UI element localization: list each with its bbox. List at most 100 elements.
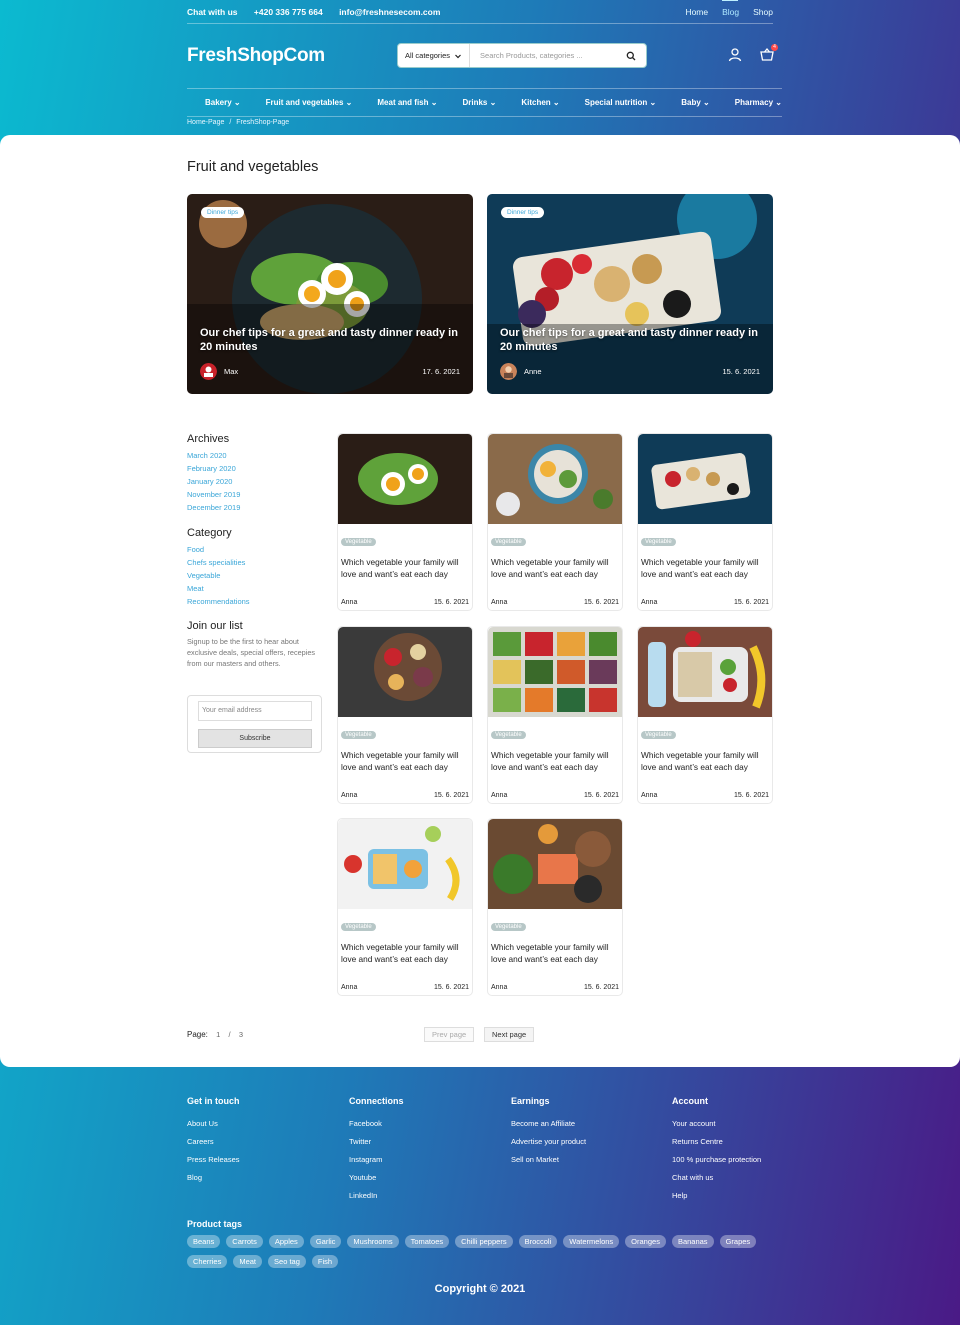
top-link-shop[interactable]: Shop — [753, 7, 773, 17]
footer-link[interactable]: Chat with us — [672, 1169, 761, 1187]
nav-item-pharmacy[interactable]: Pharmacy ⌄ — [735, 98, 782, 107]
email-field[interactable]: Your email address — [198, 701, 312, 721]
product-tag[interactable]: Beans — [187, 1235, 221, 1248]
email-link[interactable]: info@freshnesecom.com — [339, 7, 440, 17]
archive-link[interactable]: November 2019 — [187, 488, 240, 501]
nav-item-fruit-vegetables[interactable]: Fruit and vegetables ⌄ — [266, 98, 353, 107]
search-icon[interactable] — [622, 51, 640, 61]
post-tag[interactable]: Vegetable — [641, 731, 676, 739]
product-tag[interactable]: Apples — [268, 1235, 304, 1248]
top-link-home[interactable]: Home — [685, 7, 708, 17]
next-page-button[interactable]: Next page — [484, 1027, 535, 1042]
post-card[interactable]: Vegetable Which vegetable your family wi… — [487, 626, 623, 804]
product-tag[interactable]: Meat — [233, 1255, 263, 1268]
post-title[interactable]: Which vegetable your family will love an… — [641, 750, 769, 773]
post-tag[interactable]: Vegetable — [341, 923, 376, 931]
product-tag[interactable]: Broccoli — [518, 1235, 558, 1248]
footer-link[interactable]: Advertise your product — [511, 1133, 586, 1151]
nav-item-baby[interactable]: Baby ⌄ — [681, 98, 710, 107]
footer-link[interactable]: Blog — [187, 1169, 240, 1187]
archive-link[interactable]: January 2020 — [187, 475, 240, 488]
category-link[interactable]: Vegetable — [187, 569, 250, 582]
product-tag[interactable]: Tomatoes — [404, 1235, 450, 1248]
footer-link[interactable]: LinkedIn — [349, 1187, 404, 1205]
featured-title[interactable]: Our chef tips for a great and tasty dinn… — [200, 326, 462, 354]
archive-link[interactable]: March 2020 — [187, 449, 240, 462]
post-author: Anna — [341, 599, 358, 606]
post-tag[interactable]: Dinner tips — [501, 207, 545, 218]
post-tag[interactable]: Dinner tips — [201, 207, 245, 218]
post-tag[interactable]: Vegetable — [491, 731, 526, 739]
nav-item-meat-fish[interactable]: Meat and fish ⌄ — [377, 98, 437, 107]
footer-link[interactable]: 100 % purchase protection — [672, 1151, 761, 1169]
product-tag[interactable]: Oranges — [625, 1235, 666, 1248]
category-link[interactable]: Meat — [187, 582, 250, 595]
footer-link[interactable]: Careers — [187, 1133, 240, 1151]
featured-post[interactable]: Dinner tips Our chef tips for a great an… — [187, 194, 473, 394]
cart-icon[interactable]: 4 — [759, 44, 778, 63]
footer-link[interactable]: Your account — [672, 1115, 761, 1133]
post-card[interactable]: Vegetable Which vegetable your family wi… — [637, 626, 773, 804]
featured-post[interactable]: Dinner tips Our chef tips for a great an… — [487, 194, 773, 394]
post-card[interactable]: Vegetable Which vegetable your family wi… — [337, 818, 473, 996]
post-title[interactable]: Which vegetable your family will love an… — [341, 942, 469, 965]
footer-link[interactable]: Returns Centre — [672, 1133, 761, 1151]
nav-item-kitchen[interactable]: Kitchen ⌄ — [521, 98, 559, 107]
phone-number[interactable]: +420 336 775 664 — [254, 7, 323, 17]
category-link[interactable]: Chefs specialities — [187, 556, 250, 569]
archive-link[interactable]: February 2020 — [187, 462, 240, 475]
product-tag[interactable]: Carrots — [226, 1235, 263, 1248]
footer-link[interactable]: Become an Affiliate — [511, 1115, 586, 1133]
product-tag[interactable]: Cherries — [187, 1255, 228, 1268]
featured-title[interactable]: Our chef tips for a great and tasty dinn… — [500, 326, 762, 354]
product-tag[interactable]: Bananas — [671, 1235, 714, 1248]
category-link[interactable]: Food — [187, 543, 250, 556]
post-title[interactable]: Which vegetable your family will love an… — [491, 942, 619, 965]
archive-link[interactable]: December 2019 — [187, 501, 240, 514]
footer-link[interactable]: Facebook — [349, 1115, 404, 1133]
footer-link[interactable]: Help — [672, 1187, 761, 1205]
top-link-blog[interactable]: Blog — [722, 7, 739, 17]
prev-page-button[interactable]: Prev page — [424, 1027, 475, 1042]
user-icon[interactable] — [727, 47, 743, 63]
search-bar[interactable]: All categories Search Products, categori… — [397, 43, 647, 68]
product-tag[interactable]: Watermelons — [563, 1235, 620, 1248]
footer-link[interactable]: Press Releases — [187, 1151, 240, 1169]
subscribe-button[interactable]: Subscribe — [198, 729, 312, 748]
product-tag[interactable]: Mushrooms — [347, 1235, 399, 1248]
nav-item-drinks[interactable]: Drinks ⌄ — [462, 98, 496, 107]
product-tag[interactable]: Garlic — [309, 1235, 342, 1248]
post-card[interactable]: Vegetable Which vegetable your family wi… — [487, 818, 623, 996]
footer-link[interactable]: Instagram — [349, 1151, 404, 1169]
post-title[interactable]: Which vegetable your family will love an… — [341, 557, 469, 580]
product-tag[interactable]: Grapes — [719, 1235, 757, 1248]
nav-item-bakery[interactable]: Bakery ⌄ — [205, 98, 241, 107]
category-link[interactable]: Recommendations — [187, 595, 250, 608]
chat-link[interactable]: Chat with us — [187, 7, 238, 17]
post-tag[interactable]: Vegetable — [491, 923, 526, 931]
product-tag[interactable]: Chilli peppers — [455, 1235, 513, 1248]
footer-link[interactable]: About Us — [187, 1115, 240, 1133]
post-title[interactable]: Which vegetable your family will love an… — [491, 750, 619, 773]
search-input[interactable]: Search Products, categories ... — [470, 51, 622, 60]
post-title[interactable]: Which vegetable your family will love an… — [641, 557, 769, 580]
product-tag[interactable]: Seo tag — [268, 1255, 306, 1268]
breadcrumb-home[interactable]: Home-Page — [187, 119, 224, 126]
category-select[interactable]: All categories — [398, 44, 471, 67]
post-card[interactable]: Vegetable Which vegetable your family wi… — [337, 433, 473, 611]
post-tag[interactable]: Vegetable — [491, 538, 526, 546]
footer-link[interactable]: Sell on Market — [511, 1151, 586, 1169]
post-card[interactable]: Vegetable Which vegetable your family wi… — [337, 626, 473, 804]
post-tag[interactable]: Vegetable — [341, 538, 376, 546]
product-tag[interactable]: Fish — [311, 1255, 339, 1268]
nav-item-special-nutrition[interactable]: Special nutrition ⌄ — [585, 98, 657, 107]
post-title[interactable]: Which vegetable your family will love an… — [491, 557, 619, 580]
post-card[interactable]: Vegetable Which vegetable your family wi… — [487, 433, 623, 611]
footer-link[interactable]: Twitter — [349, 1133, 404, 1151]
post-tag[interactable]: Vegetable — [641, 538, 676, 546]
post-tag[interactable]: Vegetable — [341, 731, 376, 739]
post-card[interactable]: Vegetable Which vegetable your family wi… — [637, 433, 773, 611]
footer-link[interactable]: Youtube — [349, 1169, 404, 1187]
post-title[interactable]: Which vegetable your family will love an… — [341, 750, 469, 773]
logo[interactable]: FreshShopCom — [187, 45, 325, 67]
